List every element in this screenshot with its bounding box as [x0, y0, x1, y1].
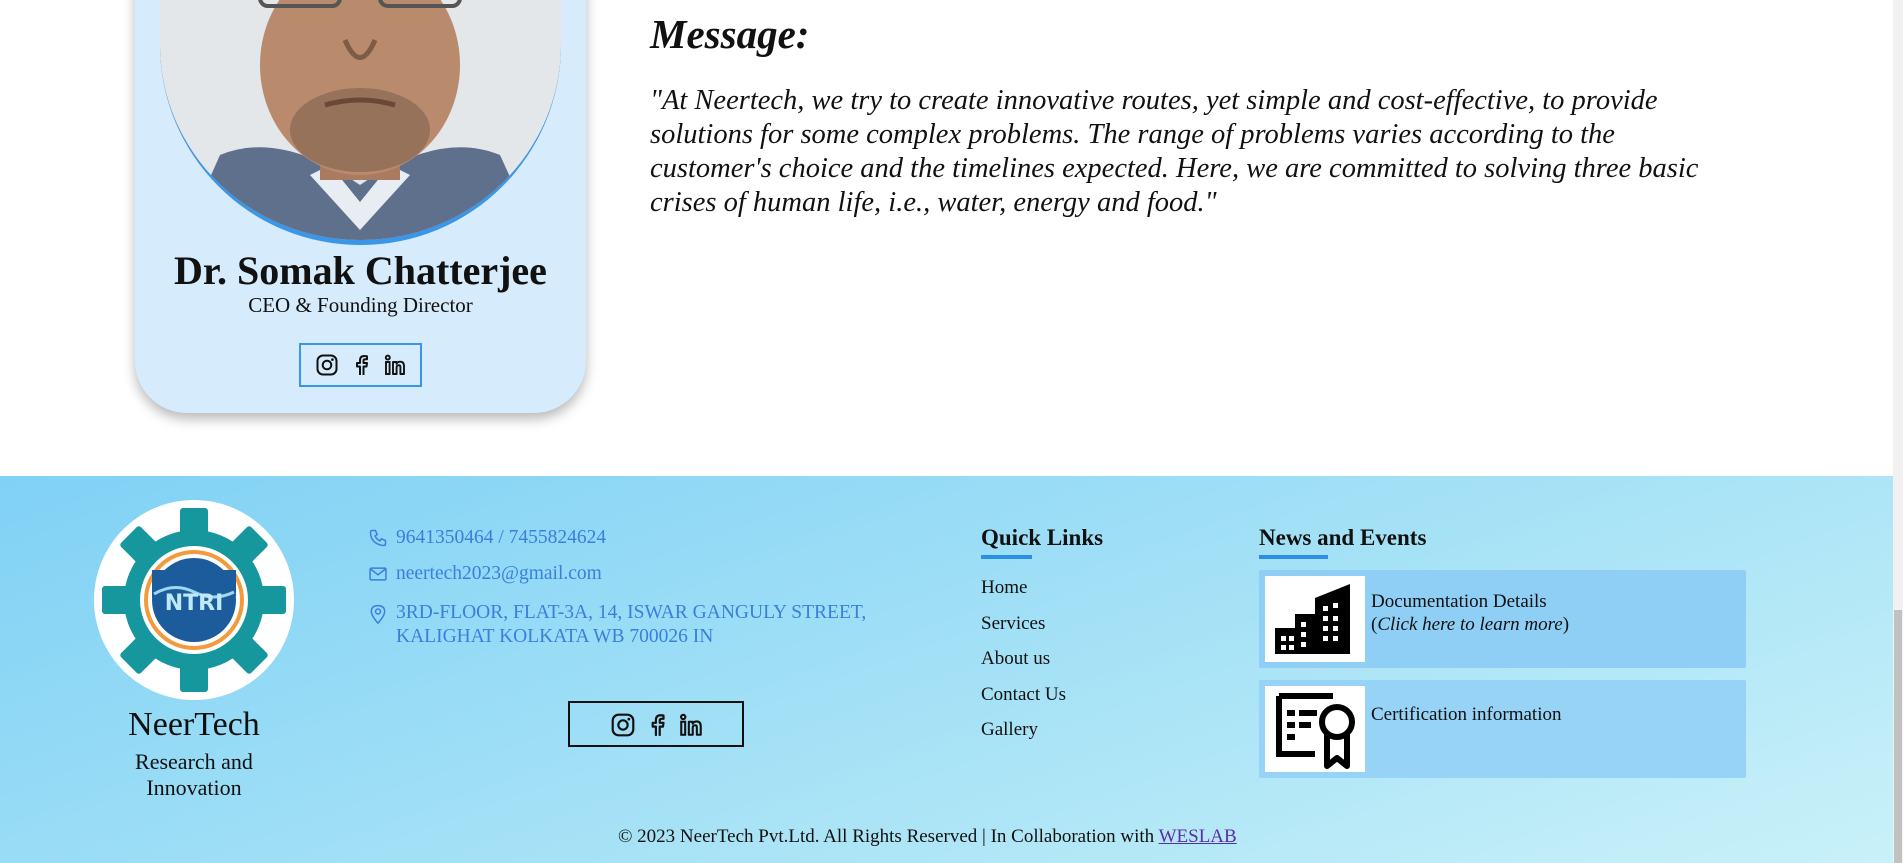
phone-icon	[369, 529, 387, 547]
news-item-title: Certification information	[1371, 704, 1562, 725]
profile-card: Dr. Somak Chatterjee CEO & Founding Dire…	[135, 0, 586, 413]
contact-email[interactable]: neertech2023@gmail.com	[368, 562, 602, 586]
quick-links-list: Home Services About us Contact Us Galler…	[981, 570, 1066, 748]
profile-social-links	[299, 343, 422, 387]
heading-underline	[1259, 555, 1328, 559]
news-events-heading-text: News and Events	[1259, 525, 1427, 550]
linkedin-icon[interactable]	[678, 712, 702, 736]
instagram-icon[interactable]	[610, 712, 635, 737]
message-text: "At Neertech, we try to create innovativ…	[650, 85, 1699, 218]
message-heading: Message:	[650, 11, 810, 57]
quick-link-gallery[interactable]: Gallery	[981, 712, 1066, 748]
copyright-text: © 2023 NeerTech Pvt.Ltd. All Rights Rese…	[618, 826, 1155, 847]
quick-link-contact[interactable]: Contact Us	[981, 677, 1066, 713]
news-item-certification[interactable]: Certification information	[1259, 680, 1746, 778]
news-item-sub-text: Click here to learn more	[1377, 614, 1563, 635]
news-item-documentation[interactable]: Documentation Details (Click here to lea…	[1259, 570, 1746, 668]
linkedin-icon[interactable]	[383, 353, 407, 377]
person-name: Dr. Somak Chatterjee	[174, 248, 547, 293]
contact-address[interactable]: 3RD-FLOOR, FLAT-3A, 14, ISWAR GANGULY ST…	[368, 601, 928, 649]
weslab-link[interactable]: WESLAB	[1159, 826, 1237, 847]
email-text: neertech2023@gmail.com	[396, 563, 602, 584]
person-role: CEO & Founding Director	[248, 293, 473, 317]
gear-logo-icon: NTRI	[102, 508, 286, 692]
profile-photo-art	[160, 0, 561, 240]
page-scrollbar[interactable]	[1893, 0, 1903, 863]
contact-phone[interactable]: 9641350464 / 7455824624	[368, 526, 606, 550]
building-icon	[1265, 576, 1365, 662]
company-logo[interactable]: NTRI	[94, 500, 294, 700]
brand-tagline: Research and Innovation	[135, 749, 253, 800]
quick-link-about[interactable]: About us	[981, 641, 1066, 677]
quick-link-services[interactable]: Services	[981, 606, 1066, 642]
logo-text: NTRI	[165, 591, 224, 616]
footer-social-links	[568, 701, 744, 747]
instagram-icon[interactable]	[315, 353, 339, 377]
mail-icon	[369, 567, 387, 581]
location-pin-icon	[370, 604, 386, 625]
site-footer: NTRI NeerTech Research and Innovation 96…	[0, 476, 1893, 863]
quick-links-heading: Quick Links	[981, 525, 1104, 559]
address-text: 3RD-FLOOR, FLAT-3A, 14, ISWAR GANGULY ST…	[396, 602, 867, 647]
quick-link-home[interactable]: Home	[981, 570, 1066, 606]
brand-name: NeerTech	[128, 706, 260, 743]
heading-underline	[981, 555, 1032, 559]
quick-links-heading-text: Quick Links	[981, 525, 1104, 550]
news-item-sub: (Click here to learn more)	[1371, 614, 1570, 635]
facebook-icon[interactable]	[349, 353, 373, 377]
news-events-heading: News and Events	[1259, 525, 1427, 559]
news-item-title: Documentation Details	[1371, 591, 1547, 612]
phone-text: 9641350464 / 7455824624	[396, 527, 607, 548]
certificate-icon	[1265, 686, 1365, 772]
facebook-icon[interactable]	[644, 712, 668, 736]
scrollbar-thumb[interactable]	[1894, 610, 1902, 863]
profile-photo	[160, 0, 561, 245]
